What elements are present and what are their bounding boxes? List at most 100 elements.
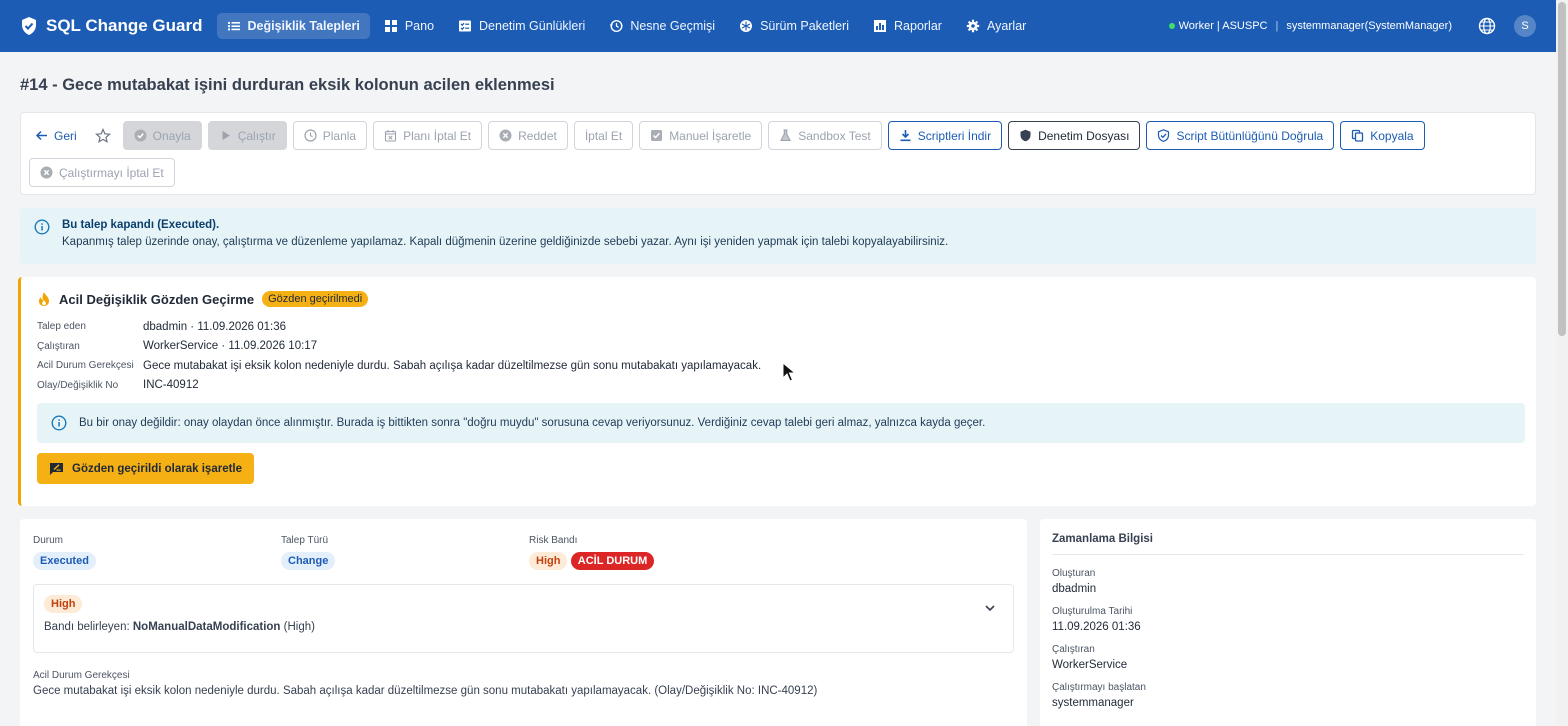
list-icon — [227, 22, 240, 31]
nav-item-dashboard[interactable]: Pano — [374, 13, 444, 39]
status-badge: Executed — [33, 552, 96, 570]
created-by: Oluşturan dbadmin — [1052, 568, 1097, 595]
back-button[interactable]: Geri — [29, 121, 83, 150]
timing-title: Zamanlama Bilgisi — [1052, 533, 1524, 555]
download-scripts-button[interactable]: Scriptleri İndir — [887, 121, 1003, 150]
scrollbar-thumb[interactable] — [1558, 2, 1566, 336]
review-note-text: Bu bir onay değildir: onay olaydan önce … — [79, 417, 986, 429]
page-scrollbar[interactable] — [1556, 0, 1568, 726]
cancel-button[interactable]: İptal Et — [573, 121, 634, 150]
top-navbar: SQL Change Guard Değişiklik Talepleri Pa… — [0, 0, 1556, 52]
risk-field: Risk Bandı High ACİL DURUM — [529, 535, 777, 570]
globe-icon[interactable] — [1478, 17, 1496, 35]
emergency-review-card: Acil Değişiklik Gözden Geçirme Gözden ge… — [18, 277, 1536, 506]
nav-item-audit-logs[interactable]: Denetim Günlükleri — [448, 13, 595, 39]
nav-label: Denetim Günlükleri — [479, 19, 586, 33]
checklist-icon — [459, 20, 472, 32]
risk-badge: High — [529, 552, 568, 570]
chevron-down-icon[interactable] — [983, 601, 997, 615]
manual-mark-button[interactable]: Manuel İşaretle — [639, 121, 763, 150]
audit-file-button[interactable]: Denetim Dosyası — [1008, 121, 1141, 150]
gear-icon — [966, 19, 980, 33]
nav-item-settings[interactable]: Ayarlar — [956, 13, 1036, 39]
nav-label: Pano — [404, 19, 435, 33]
requester-row: Talep eden dbadmin · 11.09.2026 01:36 — [37, 320, 287, 333]
nav-item-change-requests[interactable]: Değişiklik Talepleri — [216, 13, 370, 39]
risk-band-rule: Bandı belirleyen: NoManualDataModificati… — [44, 621, 315, 633]
check-circle-icon — [134, 129, 147, 142]
current-user[interactable]: systemmanager(SystemManager) — [1286, 20, 1452, 32]
verify-integrity-button[interactable]: Script Bütünlüğünü Doğrula — [1146, 121, 1335, 150]
nav-label: Raporlar — [894, 19, 942, 33]
reason-row: Acil Durum Gerekçesi Gece mutabakat işi e… — [37, 359, 762, 372]
status-field: Durum Executed — [33, 535, 281, 570]
copy-icon — [1352, 129, 1364, 142]
package-icon — [740, 20, 753, 32]
avatar[interactable]: S — [1514, 15, 1536, 37]
nav-label: Sürüm Paketleri — [760, 19, 850, 33]
favorite-button[interactable] — [88, 121, 117, 150]
top-right-area: Worker | ASUSPC | systemmanager(SystemMa… — [1168, 15, 1536, 37]
approve-button[interactable]: Onayla — [122, 121, 202, 150]
risk-band-panel[interactable]: High Bandı belirleyen: NoManualDataModif… — [33, 584, 1014, 653]
action-toolbar: Geri Onayla Çalıştır Planla Planı İptal … — [20, 112, 1536, 195]
shield-check-icon — [22, 17, 36, 35]
checkbox-icon — [651, 130, 663, 141]
play-icon — [222, 131, 230, 140]
cancel-run-button[interactable]: Çalıştırmayı İptal Et — [29, 158, 175, 187]
created-at: Oluşturulma Tarihi 11.09.2026 01:36 — [1052, 606, 1141, 633]
nav-item-reports[interactable]: Raporlar — [863, 13, 952, 39]
app-title: SQL Change Guard — [46, 16, 203, 35]
shield-check-icon — [1158, 129, 1170, 142]
nav-item-object-history[interactable]: Nesne Geçmişi — [599, 13, 725, 39]
type-badge: Change — [281, 552, 336, 570]
nav-label: Değişiklik Talepleri — [247, 19, 360, 33]
fire-icon — [39, 292, 49, 306]
review-status-badge: Gözden geçirilmedi — [262, 291, 369, 307]
x-circle-icon — [499, 129, 512, 142]
copy-button[interactable]: Kopyala — [1340, 121, 1425, 150]
timing-panel: Zamanlama Bilgisi Oluşturan dbadmin Oluşt… — [1040, 519, 1536, 726]
nav-label: Ayarlar — [986, 19, 1027, 33]
online-dot-icon — [1168, 23, 1175, 29]
info-icon — [51, 415, 67, 431]
sandbox-test-button[interactable]: Sandbox Test — [768, 121, 882, 150]
review-note: Bu bir onay değildir: onay olaydan önce … — [37, 403, 1525, 443]
shield-icon — [1020, 129, 1031, 142]
executed-by: Çalıştıran WorkerService — [1052, 644, 1128, 671]
chart-icon — [874, 20, 887, 32]
incident-row: Olay/Değişiklik No INC-40912 — [37, 379, 199, 392]
request-details-card: Durum Executed Talep Türü Change Risk Ba… — [20, 519, 1027, 726]
nav-item-release-packages[interactable]: Sürüm Paketleri — [729, 13, 859, 39]
grid-icon — [384, 20, 397, 32]
risk-band-badge: High — [44, 595, 83, 613]
cancel-schedule-button[interactable]: Planı İptal Et — [373, 121, 483, 150]
reason-label: Acil Durum Gerekçesi — [33, 670, 130, 681]
star-icon — [94, 127, 111, 143]
executor-row: Çalıştıran WorkerService · 11.09.2026 10:… — [37, 340, 318, 353]
type-field: Talep Türü Change — [281, 535, 529, 570]
run-button[interactable]: Çalıştır — [207, 121, 287, 150]
banner-text: Kapanmış talep üzerinde onay, çalıştırma… — [62, 236, 949, 248]
schedule-button[interactable]: Planla — [292, 121, 368, 150]
arrow-left-icon — [35, 130, 47, 141]
closed-request-banner: Bu talep kapandı (Executed). Kapanmış ta… — [20, 208, 1536, 264]
banner-title: Bu talep kapandı (Executed). — [62, 219, 220, 231]
run-started-by: Çalıştırmayı başlatan systemmanager — [1052, 682, 1146, 709]
page-title: #14 - Gece mutabakat işini durduran eksi… — [20, 76, 555, 94]
emergency-title: Acil Değişiklik Gözden Geçirme — [59, 291, 255, 307]
reject-button[interactable]: Reddet — [488, 121, 568, 150]
clock-icon — [304, 129, 317, 142]
download-icon — [900, 130, 911, 142]
mark-reviewed-button[interactable]: Gözden geçirildi olarak işaretle — [37, 453, 255, 484]
flask-icon — [780, 129, 792, 142]
nav-label: Nesne Geçmişi — [630, 19, 716, 33]
separator: | — [1275, 20, 1279, 32]
mouse-cursor-icon — [782, 362, 796, 382]
emergency-badge: ACİL DURUM — [570, 552, 655, 570]
main-nav: Değişiklik Talepleri Pano Denetim Günlük… — [216, 13, 1037, 39]
history-icon — [610, 19, 623, 33]
app-brand[interactable]: SQL Change Guard — [20, 16, 203, 36]
x-circle-icon — [40, 166, 53, 179]
reason-value: Gece mutabakat işi eksik kolon nedeniyle… — [33, 685, 818, 697]
